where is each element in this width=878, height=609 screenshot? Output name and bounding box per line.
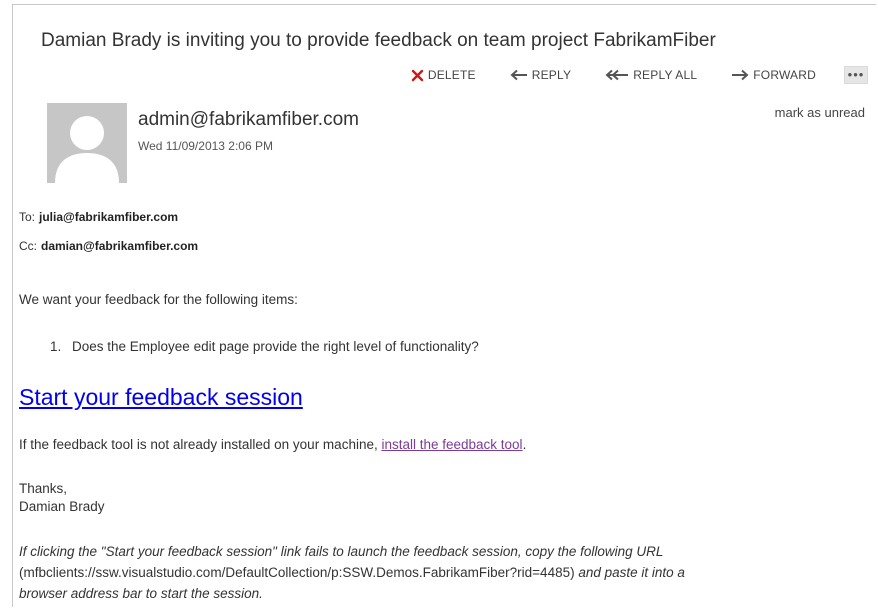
list-item-text: Does the Employee edit page provide the … (72, 339, 479, 354)
signature-name: Damian Brady (19, 499, 105, 514)
reply-button[interactable]: REPLY (510, 68, 571, 82)
start-feedback-session-link[interactable]: Start your feedback session (19, 384, 303, 411)
intro-text: We want your feedback for the following … (19, 292, 298, 307)
forward-label: FORWARD (753, 68, 816, 82)
list-item: 1. Does the Employee edit page provide th… (50, 339, 479, 354)
reply-all-label: REPLY ALL (633, 68, 698, 82)
install-paragraph: If the feedback tool is not already inst… (19, 437, 526, 452)
sender-address[interactable]: admin@fabrikamfiber.com (138, 109, 359, 131)
thanks-text: Thanks, (19, 481, 68, 496)
arrow-right-icon (731, 69, 749, 81)
reply-all-button[interactable]: REPLY ALL (605, 68, 697, 82)
install-suffix: . (522, 437, 527, 452)
list-item-number: 1. (50, 339, 62, 354)
mark-as-unread-link[interactable]: mark as unread (775, 105, 865, 120)
delete-button[interactable]: DELETE (411, 68, 476, 82)
cc-line: Cc: damian@fabrikamfiber.com (19, 239, 198, 253)
cc-label: Cc: (19, 239, 37, 253)
to-line: To: julia@fabrikamfiber.com (19, 210, 178, 224)
fallback-instructions: If clicking the "Start your feedback ses… (19, 541, 859, 604)
note-part-3: browser address bar to start the session… (19, 586, 263, 601)
install-prefix: If the feedback tool is not already inst… (19, 437, 382, 452)
to-label: To: (19, 210, 36, 224)
x-icon (411, 69, 424, 82)
message-toolbar: DELETE REPLY REPLY ALL FORWARD ••• (400, 65, 868, 85)
double-arrow-left-icon (605, 69, 629, 81)
feedback-url[interactable]: (mfbclients://ssw.visualstudio.com/Defau… (19, 565, 575, 580)
email-subject: Damian Brady is inviting you to provide … (41, 30, 716, 51)
reply-label: REPLY (531, 68, 572, 82)
delete-label: DELETE (427, 68, 476, 82)
forward-button[interactable]: FORWARD (731, 68, 816, 82)
sent-date: Wed 11/09/2013 2:06 PM (138, 139, 273, 153)
arrow-left-icon (510, 69, 528, 81)
note-part-2: and paste it into a (574, 565, 685, 580)
person-silhouette-icon (55, 116, 119, 183)
more-options-button[interactable]: ••• (844, 66, 868, 84)
note-part-1: If clicking the "Start your feedback ses… (19, 544, 664, 559)
sender-avatar (47, 103, 127, 183)
cc-address[interactable]: damian@fabrikamfiber.com (41, 239, 198, 253)
to-address[interactable]: julia@fabrikamfiber.com (39, 210, 178, 224)
install-feedback-tool-link[interactable]: install the feedback tool (381, 437, 522, 452)
